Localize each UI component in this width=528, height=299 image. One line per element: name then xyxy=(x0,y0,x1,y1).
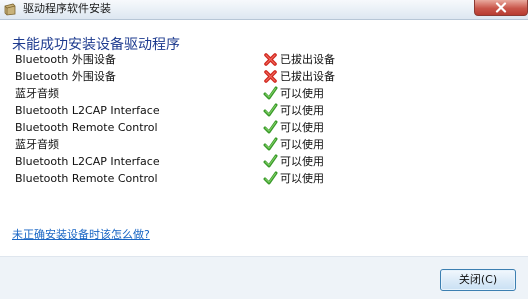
device-status: 可以使用 xyxy=(263,85,324,102)
device-row: Bluetooth 外围设备 已拔出设备 xyxy=(15,51,515,68)
help-link[interactable]: 未正确安装设备时该怎么做? xyxy=(12,228,150,242)
device-status: 可以使用 xyxy=(263,102,324,119)
check-icon xyxy=(263,154,278,168)
device-name: 蓝牙音频 xyxy=(15,87,59,100)
device-status: 可以使用 xyxy=(263,136,324,153)
error-x-icon xyxy=(264,70,277,83)
error-x-icon xyxy=(264,53,277,66)
device-status-text: 可以使用 xyxy=(280,172,324,185)
close-icon xyxy=(495,2,507,13)
device-status-text: 可以使用 xyxy=(280,121,324,134)
close-button[interactable]: 关闭(C) xyxy=(440,269,516,291)
device-name: Bluetooth L2CAP Interface xyxy=(15,104,160,117)
device-status: 可以使用 xyxy=(263,153,324,170)
device-row: Bluetooth 外围设备 已拔出设备 xyxy=(15,68,515,85)
device-row: Bluetooth L2CAP Interface 可以使用 xyxy=(15,102,515,119)
device-name: Bluetooth 外围设备 xyxy=(15,53,116,66)
package-icon xyxy=(4,3,16,16)
device-status-text: 已拔出设备 xyxy=(280,70,335,83)
device-status: 可以使用 xyxy=(263,119,324,136)
device-row: Bluetooth Remote Control 可以使用 xyxy=(15,170,515,187)
check-icon xyxy=(263,103,278,117)
check-icon xyxy=(263,137,278,151)
device-row: 蓝牙音频 可以使用 xyxy=(15,136,515,153)
device-name: Bluetooth Remote Control xyxy=(15,121,158,134)
device-status: 已拔出设备 xyxy=(263,51,335,68)
device-name: Bluetooth 外围设备 xyxy=(15,70,116,83)
device-list: Bluetooth 外围设备 已拔出设备 Bluetooth 外围设备 已拔出设备 蓝牙… xyxy=(15,51,515,187)
check-icon xyxy=(263,171,278,185)
device-status-text: 已拔出设备 xyxy=(280,53,335,66)
device-row: Bluetooth Remote Control 可以使用 xyxy=(15,119,515,136)
device-status: 已拔出设备 xyxy=(263,68,335,85)
device-status-text: 可以使用 xyxy=(280,155,324,168)
device-status-text: 可以使用 xyxy=(280,87,324,100)
check-icon xyxy=(263,86,278,100)
device-status-text: 可以使用 xyxy=(280,104,324,117)
device-row: 蓝牙音频 可以使用 xyxy=(15,85,515,102)
device-row: Bluetooth L2CAP Interface 可以使用 xyxy=(15,153,515,170)
device-name: Bluetooth L2CAP Interface xyxy=(15,155,160,168)
device-name: 蓝牙音频 xyxy=(15,138,59,151)
window-close-button[interactable] xyxy=(474,0,528,16)
device-status: 可以使用 xyxy=(263,170,324,187)
device-status-text: 可以使用 xyxy=(280,138,324,151)
title-bar: 驱动程序软件安装 xyxy=(0,0,528,20)
check-icon xyxy=(263,120,278,134)
window-title: 驱动程序软件安装 xyxy=(23,2,111,15)
device-name: Bluetooth Remote Control xyxy=(15,172,158,185)
